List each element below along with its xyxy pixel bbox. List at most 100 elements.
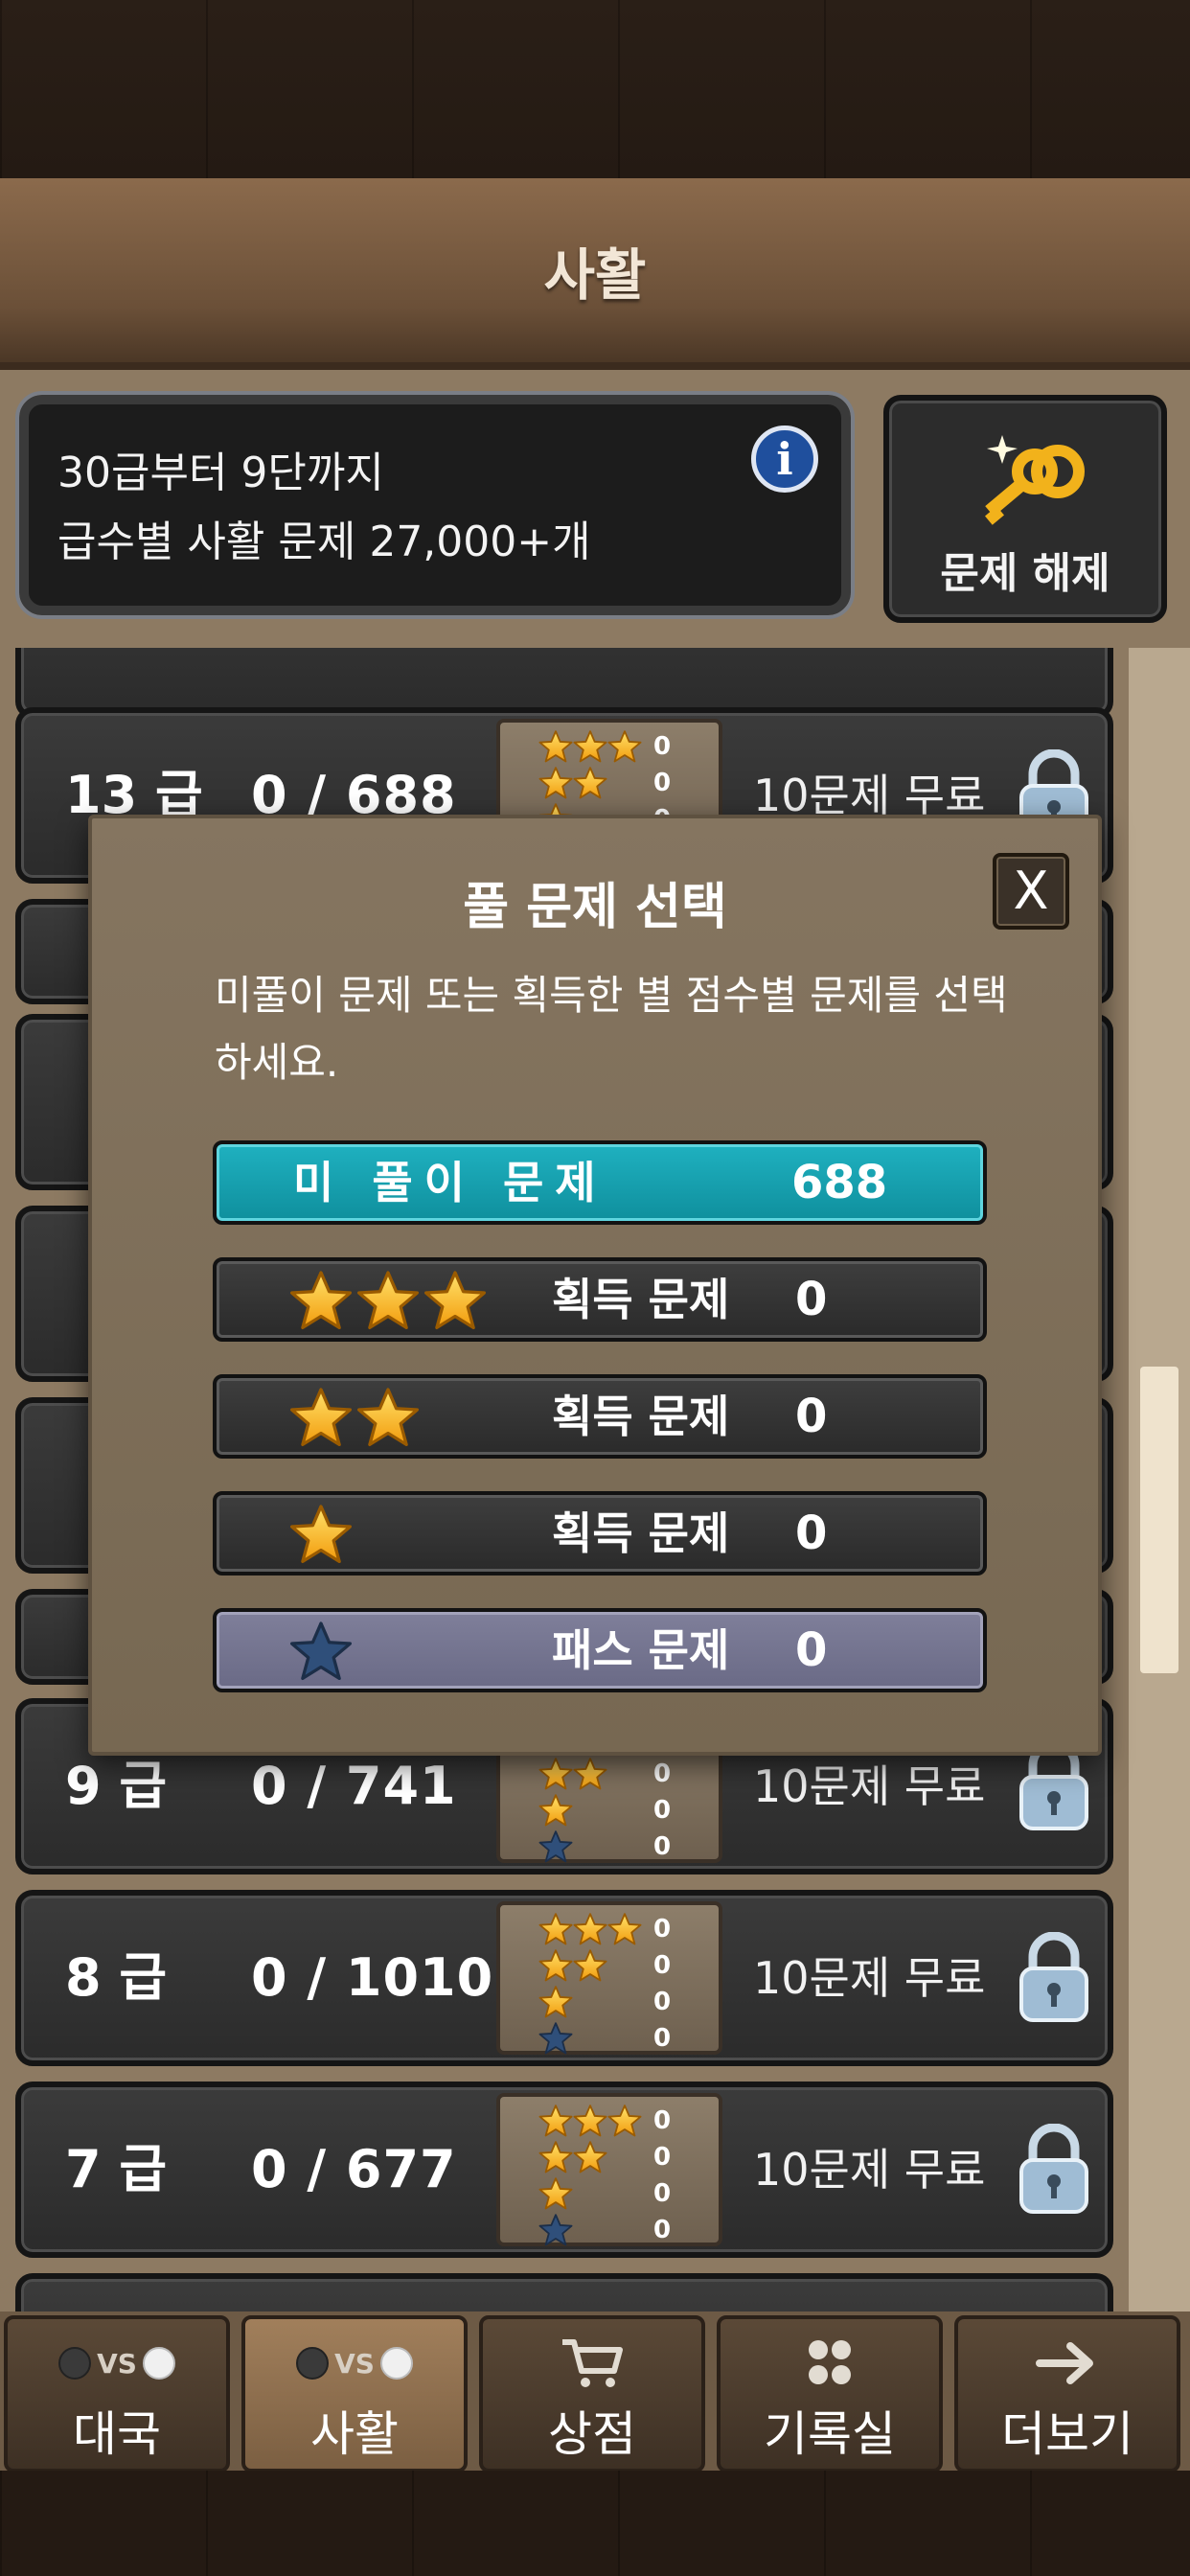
option-label: 미 풀이 문제 <box>293 1157 607 1208</box>
black-vs-white-icon: VS <box>8 2336 226 2390</box>
info-line-1: 30급부터 9단까지 <box>57 448 384 497</box>
star-summary: 0 0 0 0 <box>496 1901 722 2055</box>
passed-problems-button[interactable]: 패스 문제 0 <box>213 1608 987 1692</box>
dialog-title: 풀 문제 선택 <box>463 879 727 936</box>
arrow-right-icon <box>958 2336 1177 2390</box>
option-count: 688 <box>791 1156 888 1209</box>
page-title: 사활 <box>543 242 647 308</box>
two-star-problems-button[interactable]: 획득 문제 0 <box>213 1374 987 1459</box>
option-count: 0 <box>795 1273 828 1326</box>
two-star-count: 0 <box>653 2143 672 2172</box>
stones-icon <box>721 2336 939 2390</box>
three-star-count: 0 <box>653 1915 672 1944</box>
tab-shop[interactable]: 상점 <box>479 2315 705 2472</box>
option-count: 0 <box>795 1390 828 1443</box>
star-icon <box>538 2104 573 2138</box>
option-count: 0 <box>795 1623 828 1677</box>
one-star-problems-button[interactable]: 획득 문제 0 <box>213 1491 987 1576</box>
three-star-count: 0 <box>653 732 672 761</box>
lock-icon <box>1018 2124 1090 2216</box>
level-row-partial[interactable] <box>15 2273 1113 2312</box>
tab-records[interactable]: 기록실 <box>717 2315 943 2472</box>
star-icon <box>538 2176 573 2211</box>
level-row[interactable]: 8 급 0 / 1010 0 0 0 0 10문제 무료 <box>15 1890 1113 2066</box>
pass-count: 0 <box>653 1832 672 1861</box>
star-icon <box>538 729 573 764</box>
key-icon <box>985 435 1085 525</box>
option-label: 획득 문제 <box>552 1274 730 1325</box>
level-label: 7 급 <box>65 2139 168 2199</box>
tab-more[interactable]: 더보기 <box>954 2315 1180 2472</box>
unlock-problems-label: 문제 해제 <box>940 549 1110 598</box>
star-icon <box>607 1912 642 1946</box>
lock-icon <box>1018 1932 1090 2024</box>
info-icon[interactable]: i <box>751 426 818 493</box>
star-icon <box>573 766 607 800</box>
level-label: 8 급 <box>65 1947 168 2008</box>
star-icon <box>289 1269 353 1332</box>
star-icon <box>573 2140 607 2174</box>
tab-label: 사활 <box>310 2406 399 2462</box>
star-summary: 0 0 0 0 <box>496 2093 722 2246</box>
tab-label: 대국 <box>73 2406 161 2462</box>
close-button[interactable]: X <box>993 853 1069 930</box>
star-icon <box>289 1386 353 1449</box>
option-count: 0 <box>795 1506 828 1560</box>
pass-star-icon <box>538 2213 573 2247</box>
bottom-wood-background <box>0 2471 1190 2576</box>
scrollbar-thumb[interactable] <box>1140 1367 1179 1673</box>
cart-icon <box>483 2336 701 2390</box>
star-icon <box>538 1985 573 2019</box>
info-area: 30급부터 9단까지 급수별 사활 문제 27,000+개 i 문제 해제 <box>0 370 1190 648</box>
star-icon <box>356 1269 420 1332</box>
star-icon <box>607 2104 642 2138</box>
star-icon <box>573 729 607 764</box>
bottom-navigation: VS 대국 VS 사활 상점 기록실 더보기 <box>0 2312 1190 2576</box>
select-problem-dialog: 풀 문제 선택 X 미풀이 문제 또는 획득한 별 점수별 문제를 선택하세요.… <box>88 815 1102 1756</box>
dialog-description: 미풀이 문제 또는 획득한 별 점수별 문제를 선택하세요. <box>215 972 1008 1086</box>
one-star-count: 0 <box>653 2179 672 2208</box>
star-icon <box>607 729 642 764</box>
one-star-count: 0 <box>653 1988 672 2016</box>
pass-count: 0 <box>653 2216 672 2244</box>
tab-label: 상점 <box>548 2406 636 2462</box>
star-icon <box>573 1757 607 1791</box>
top-wood-background <box>0 0 1190 178</box>
two-star-count: 0 <box>653 769 672 797</box>
star-icon <box>538 2140 573 2174</box>
unlock-problems-button[interactable]: 문제 해제 <box>883 395 1167 623</box>
option-label: 패스 문제 <box>552 1624 730 1676</box>
star-icon <box>538 766 573 800</box>
star-icon <box>538 1948 573 1983</box>
pass-star-icon <box>538 1829 573 1864</box>
pass-count: 0 <box>653 2024 672 2053</box>
star-icon <box>573 1912 607 1946</box>
level-row[interactable]: 7 급 0 / 677 0 0 0 0 10문제 무료 <box>15 2082 1113 2258</box>
solved-count: 0 / 1010 <box>251 1947 494 2008</box>
pass-star-icon <box>289 1620 353 1683</box>
star-icon <box>538 1793 573 1828</box>
one-star-count: 0 <box>653 1796 672 1825</box>
option-label: 획득 문제 <box>552 1391 730 1442</box>
free-label: 10문제 무료 <box>753 1952 986 2004</box>
tab-game[interactable]: VS 대국 <box>4 2315 230 2472</box>
info-panel: 30급부터 9단까지 급수별 사활 문제 27,000+개 i <box>15 391 855 619</box>
two-star-count: 0 <box>653 1760 672 1788</box>
solved-count: 0 / 677 <box>251 2139 457 2199</box>
star-icon <box>423 1269 487 1332</box>
three-star-count: 0 <box>653 2106 672 2135</box>
header-bar: 사활 <box>0 178 1190 370</box>
info-line-2: 급수별 사활 문제 27,000+개 <box>57 518 591 566</box>
tab-life-death[interactable]: VS 사활 <box>241 2315 468 2472</box>
tab-label: 기록실 <box>764 2406 896 2462</box>
star-icon <box>573 2104 607 2138</box>
two-star-count: 0 <box>653 1951 672 1980</box>
three-star-problems-button[interactable]: 획득 문제 0 <box>213 1257 987 1342</box>
star-icon <box>573 1948 607 1983</box>
unsolved-problems-button[interactable]: 미 풀이 문제 688 <box>213 1140 987 1225</box>
free-label: 10문제 무료 <box>753 2144 986 2196</box>
pass-star-icon <box>538 2021 573 2056</box>
black-vs-white-icon: VS <box>245 2336 464 2390</box>
star-icon <box>289 1503 353 1566</box>
option-label: 획득 문제 <box>552 1507 730 1559</box>
